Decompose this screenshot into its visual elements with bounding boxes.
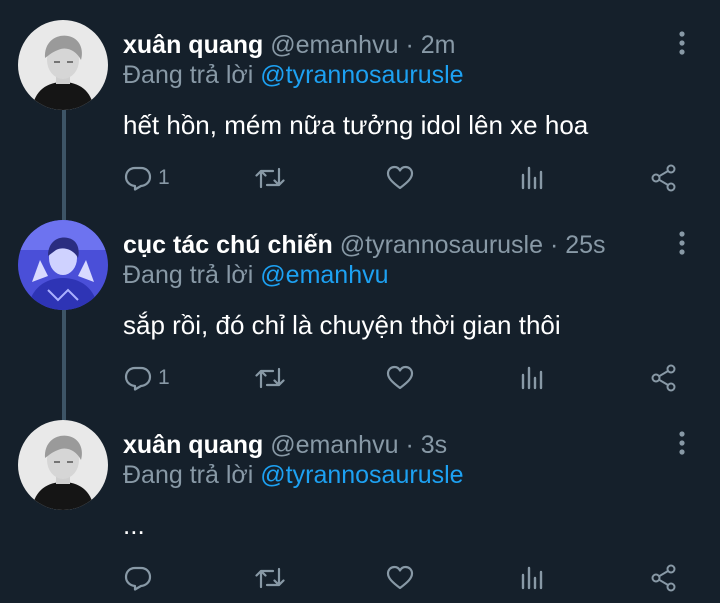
- stats-button[interactable]: [520, 358, 544, 398]
- share-button[interactable]: [650, 358, 678, 398]
- display-name[interactable]: cục tác chú chiến: [123, 231, 333, 259]
- more-options-icon[interactable]: [670, 30, 694, 56]
- replying-to: Đang trả lời @tyrannosaurusle: [123, 460, 464, 490]
- retweet-button[interactable]: [255, 358, 285, 398]
- more-options-icon[interactable]: [670, 430, 694, 456]
- tweet-actions: [0, 558, 720, 598]
- avatar[interactable]: [18, 20, 108, 110]
- display-name[interactable]: xuân quang: [123, 31, 263, 59]
- tweet-actions: 1: [0, 158, 720, 198]
- like-button[interactable]: [386, 158, 414, 198]
- more-options-icon[interactable]: [670, 230, 694, 256]
- mention-link[interactable]: @tyrannosaurusle: [260, 461, 463, 489]
- like-button[interactable]: [386, 358, 414, 398]
- timestamp[interactable]: 3s: [421, 431, 447, 459]
- share-button[interactable]: [650, 558, 678, 598]
- reply-button[interactable]: 1: [124, 358, 170, 398]
- share-icon: [651, 164, 676, 192]
- reply-icon: [124, 566, 152, 591]
- mention-link[interactable]: @tyrannosaurusle: [260, 61, 463, 89]
- tweet-text: hết hồn, mém nữa tưởng idol lên xe hoa: [123, 110, 589, 140]
- username[interactable]: @emanhvu: [270, 431, 398, 459]
- reply-button[interactable]: [124, 558, 158, 598]
- replying-to: Đang trả lời @emanhvu: [123, 260, 389, 290]
- reply-button[interactable]: 1: [124, 158, 170, 198]
- separator: ·: [549, 231, 559, 259]
- stats-icon: [521, 566, 543, 590]
- reply-icon: [124, 166, 152, 191]
- tweet-header: xuân quang @emanhvu · 2m: [123, 30, 455, 60]
- timestamp[interactable]: 2m: [421, 31, 456, 59]
- reply-count: 1: [158, 366, 170, 389]
- avatar[interactable]: [18, 420, 108, 510]
- share-icon: [651, 364, 676, 392]
- stats-icon: [521, 366, 543, 390]
- retweet-button[interactable]: [255, 558, 285, 598]
- separator: ·: [405, 31, 414, 59]
- replying-to: Đang trả lời @tyrannosaurusle: [123, 60, 464, 90]
- like-icon: [386, 165, 414, 190]
- share-button[interactable]: [650, 158, 678, 198]
- retweet-icon: [255, 167, 285, 189]
- stats-button[interactable]: [520, 158, 544, 198]
- tweet-text: sắp rồi, đó chỉ là chuyện thời gian thôi: [123, 310, 561, 340]
- replying-to-label: Đang trả lời: [123, 61, 254, 89]
- retweet-icon: [255, 367, 285, 389]
- reply-icon: [124, 366, 152, 391]
- tweet-text: ...: [123, 510, 145, 540]
- share-icon: [651, 564, 676, 592]
- tweet-header: cục tác chú chiến @tyrannosaurusle · 25s: [123, 230, 606, 260]
- tweet[interactable]: cục tác chú chiến @tyrannosaurusle · 25s…: [0, 200, 720, 400]
- replying-to-label: Đang trả lời: [123, 261, 254, 289]
- tweet-actions: 1: [0, 358, 720, 398]
- stats-icon: [521, 166, 543, 190]
- like-icon: [386, 565, 414, 590]
- reply-count: 1: [158, 166, 170, 189]
- separator: ·: [405, 431, 414, 459]
- avatar[interactable]: [18, 220, 108, 310]
- like-icon: [386, 365, 414, 390]
- mention-link[interactable]: @emanhvu: [260, 261, 388, 289]
- tweet[interactable]: xuân quang @emanhvu · 2m Đang trả lời @t…: [0, 0, 720, 200]
- replying-to-label: Đang trả lời: [123, 461, 254, 489]
- tweet-header: xuân quang @emanhvu · 3s: [123, 430, 447, 460]
- stats-button[interactable]: [520, 558, 544, 598]
- retweet-button[interactable]: [255, 158, 285, 198]
- tweet[interactable]: xuân quang @emanhvu · 3s Đang trả lời @t…: [0, 400, 720, 603]
- like-button[interactable]: [386, 558, 414, 598]
- username[interactable]: @tyrannosaurusle: [340, 231, 543, 259]
- retweet-icon: [255, 567, 285, 589]
- timestamp[interactable]: 25s: [565, 231, 605, 259]
- display-name[interactable]: xuân quang: [123, 431, 263, 459]
- username[interactable]: @emanhvu: [270, 31, 398, 59]
